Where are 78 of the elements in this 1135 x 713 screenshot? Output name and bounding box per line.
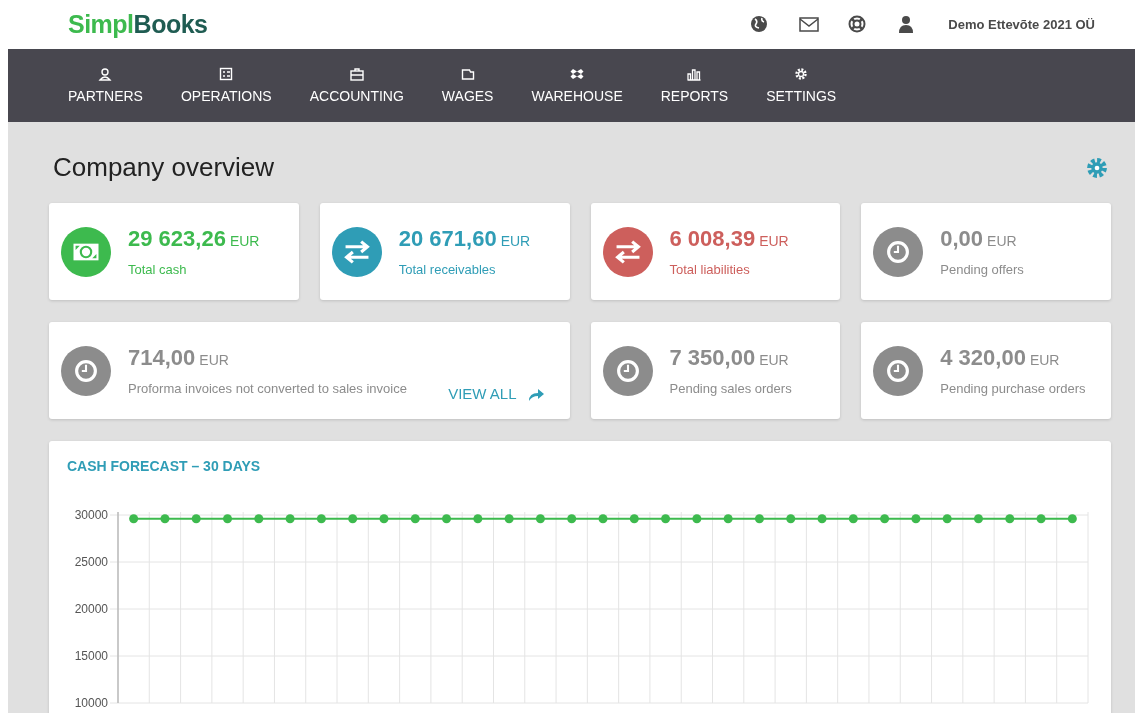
currency: EUR xyxy=(987,233,1017,249)
envelope-icon[interactable] xyxy=(799,14,820,35)
nav-item[interactable]: PARTNERS xyxy=(68,49,162,122)
data-point xyxy=(504,514,514,524)
wallet-icon xyxy=(460,67,475,81)
data-point xyxy=(1067,514,1077,524)
chart-title: CASH FORECAST – 30 DAYS xyxy=(66,457,261,474)
currency: EUR xyxy=(229,233,260,249)
axis-label: 15000 xyxy=(74,649,108,663)
data-point xyxy=(160,514,170,524)
data-point xyxy=(848,514,858,524)
list-icon xyxy=(219,67,234,81)
data-point xyxy=(661,514,671,524)
data-point xyxy=(348,514,358,524)
currency: EUR xyxy=(199,352,229,368)
boxes-icon xyxy=(570,67,585,81)
bars-icon xyxy=(687,67,702,81)
data-point xyxy=(442,514,452,524)
data-point xyxy=(974,514,983,524)
settings-icon[interactable] xyxy=(1086,156,1108,179)
logo[interactable]: SimplBooks xyxy=(68,10,208,39)
axis-label: 30000 xyxy=(74,508,108,522)
data-point xyxy=(254,514,264,524)
currency: EUR xyxy=(1029,352,1060,368)
currency: EUR xyxy=(759,352,789,368)
company-name[interactable]: Demo Ettevõte 2021 OÜ xyxy=(948,17,1095,32)
currency: EUR xyxy=(500,233,531,249)
data-point xyxy=(1036,514,1046,524)
currency: EUR xyxy=(759,233,789,249)
data-point xyxy=(223,514,232,524)
briefcase-icon xyxy=(349,67,364,81)
amount: 714,00 xyxy=(128,345,196,371)
data-point xyxy=(285,514,295,524)
card-label: Total cash xyxy=(128,262,187,277)
data-point xyxy=(316,514,326,524)
amount: 7 350,00 xyxy=(669,345,756,371)
data-point xyxy=(473,514,483,524)
card-label: Total receivables xyxy=(398,262,496,277)
card-label: Pending offers xyxy=(940,262,1024,277)
data-point xyxy=(598,514,608,524)
card-label: Total liabilities xyxy=(669,262,750,277)
data-point xyxy=(723,514,733,524)
card-label: Pending sales orders xyxy=(669,381,792,396)
data-point xyxy=(1005,514,1015,524)
nav-item[interactable]: SETTINGS xyxy=(747,49,856,122)
data-point xyxy=(817,514,827,524)
axis-label: 25000 xyxy=(74,555,108,569)
amount: 0,00 xyxy=(940,226,984,252)
axis-label: 20000 xyxy=(74,602,108,616)
data-point xyxy=(786,514,796,524)
nav-item[interactable]: WAREHOUSE xyxy=(512,49,642,122)
data-point xyxy=(942,514,952,524)
data-point xyxy=(191,514,201,524)
nav-item[interactable]: WAGES xyxy=(422,49,513,122)
share-arrow-icon xyxy=(526,386,544,401)
amount: 29 623,26 xyxy=(128,226,226,252)
data-point xyxy=(535,514,545,524)
data-point xyxy=(911,514,921,524)
card-label: Proforma invoices not converted to sales invoice xyxy=(128,381,407,396)
data-point xyxy=(692,514,702,524)
amount: 6 008,39 xyxy=(669,226,756,252)
data-point xyxy=(410,514,420,524)
card-label: Pending purchase orders xyxy=(940,381,1086,396)
person-icon xyxy=(98,67,113,81)
data-point xyxy=(567,514,577,524)
data-point xyxy=(754,514,764,524)
data-point xyxy=(629,514,639,524)
nav-item[interactable]: ACCOUNTING xyxy=(290,49,423,122)
nav-item[interactable]: OPERATIONS xyxy=(161,49,291,122)
page-title: Company overview xyxy=(53,152,275,183)
axis-label: 10000 xyxy=(74,696,108,710)
data-point xyxy=(379,514,389,524)
amount: 4 320,00 xyxy=(940,345,1026,371)
amount: 20 671,60 xyxy=(398,226,497,252)
nav-item[interactable]: REPORTS xyxy=(641,49,748,122)
data-point xyxy=(129,514,139,524)
data-point xyxy=(880,514,890,524)
gear-icon xyxy=(794,67,809,81)
